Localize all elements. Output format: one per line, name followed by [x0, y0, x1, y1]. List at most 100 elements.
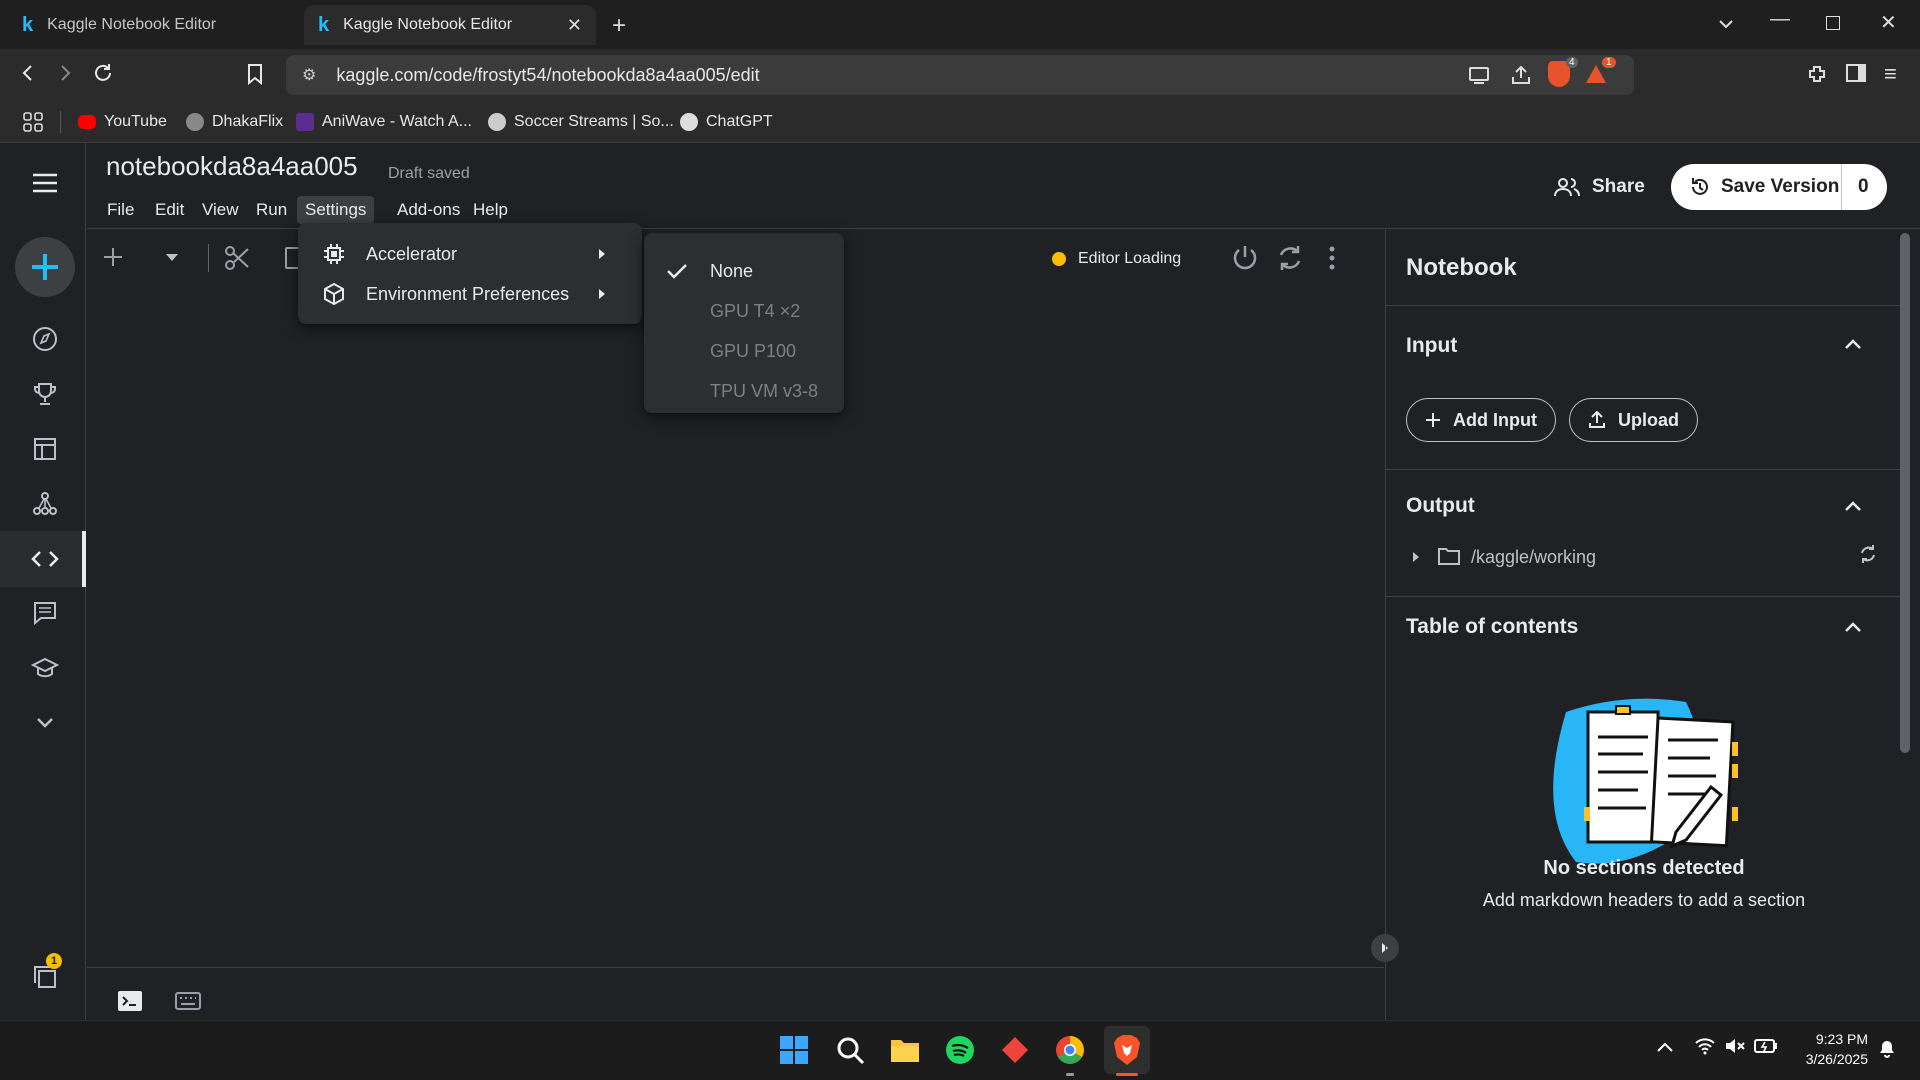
add-input-button[interactable]: Add Input	[1406, 398, 1556, 442]
restore-icon[interactable]	[1826, 16, 1840, 30]
toc-header: Table of contents	[1406, 615, 1579, 638]
menu-run[interactable]: Run	[248, 196, 295, 224]
menu-item-environment-preferences[interactable]: Environment Preferences	[298, 274, 642, 314]
input-collapse-chevron-up-icon[interactable]	[1844, 338, 1862, 350]
apps-grid-icon[interactable]	[22, 111, 44, 133]
notebook-header: notebookda8a4aa005 Draft saved File Edit…	[87, 143, 1920, 229]
bookmark-icon[interactable]	[246, 63, 264, 85]
create-button[interactable]	[15, 237, 75, 297]
site-settings-icon[interactable]: ⚙	[302, 65, 316, 85]
output-path[interactable]: /kaggle/working	[1471, 547, 1596, 568]
cast-icon[interactable]	[1468, 65, 1490, 85]
soccer-ball-icon	[488, 113, 506, 131]
volume-muted-icon[interactable]	[1724, 1037, 1746, 1055]
clock-date[interactable]: 3/26/2025	[1790, 1051, 1868, 1067]
power-icon[interactable]	[1230, 243, 1260, 273]
upload-button[interactable]: Upload	[1569, 398, 1698, 442]
kaggle-app: 1 notebookda8a4aa005 Draft saved File Ed…	[0, 143, 1920, 1020]
upload-label: Upload	[1618, 409, 1679, 430]
save-version-count[interactable]: 0	[1858, 176, 1869, 198]
browser-tab[interactable]: k Kaggle Notebook Editor	[8, 5, 298, 45]
explore-icon[interactable]	[27, 321, 63, 357]
spotify-icon[interactable]	[941, 1031, 979, 1069]
add-cell-icon[interactable]	[101, 245, 125, 269]
save-version-button[interactable]: Save Version 0	[1671, 164, 1887, 210]
extensions-icon[interactable]	[1806, 63, 1828, 85]
output-collapse-chevron-up-icon[interactable]	[1844, 500, 1862, 512]
trophy-icon[interactable]	[27, 376, 63, 412]
bookmark-youtube[interactable]: YouTube	[78, 111, 167, 133]
chrome-icon[interactable]	[1051, 1031, 1089, 1069]
share-button[interactable]: Share	[1554, 167, 1645, 207]
refresh-output-icon[interactable]	[1858, 544, 1878, 564]
forward-icon[interactable]	[55, 63, 75, 83]
more-chevron-down-icon[interactable]	[27, 705, 63, 741]
menu-settings[interactable]: Settings	[297, 196, 375, 224]
back-icon[interactable]	[18, 63, 38, 83]
bookmark-soccer-streams[interactable]: Soccer Streams | So...	[488, 111, 674, 133]
bookmarks-divider	[60, 111, 61, 133]
wifi-icon[interactable]	[1694, 1037, 1716, 1055]
empty-notebook-illustration	[1536, 692, 1756, 872]
alert-badge: 1	[1602, 57, 1616, 68]
bookmark-dhakaflix[interactable]: DhakaFlix	[186, 111, 283, 133]
browser-tab-active[interactable]: k Kaggle Notebook Editor ✕	[304, 5, 596, 45]
reload-icon[interactable]	[92, 62, 114, 84]
menu-file[interactable]: File	[99, 196, 142, 224]
restart-icon[interactable]	[1276, 243, 1304, 273]
tab-title: Kaggle Notebook Editor	[343, 16, 513, 33]
bookmark-label: AniWave - Watch A...	[322, 113, 472, 130]
search-icon[interactable]	[831, 1031, 869, 1069]
bookmark-chatgpt[interactable]: ChatGPT	[680, 111, 773, 133]
menu-help[interactable]: Help	[465, 196, 516, 224]
menu-view[interactable]: View	[194, 196, 247, 224]
discussion-icon[interactable]	[27, 595, 63, 631]
more-options-icon[interactable]	[1328, 245, 1336, 271]
battery-icon[interactable]	[1754, 1038, 1778, 1054]
bookmark-aniwave[interactable]: AniWave - Watch A...	[296, 111, 472, 133]
code-icon[interactable]	[27, 541, 63, 577]
clock-time[interactable]: 9:23 PM	[1790, 1031, 1868, 1047]
expand-caret-icon[interactable]	[1412, 551, 1420, 563]
hamburger-menu-icon[interactable]	[27, 165, 63, 201]
close-tab-icon[interactable]: ✕	[567, 15, 582, 36]
cut-icon[interactable]	[223, 244, 251, 272]
accelerator-option-gpu-t4[interactable]: GPU T4 ×2	[644, 291, 844, 331]
menu-edit[interactable]: Edit	[147, 196, 192, 224]
sidebar-toggle-icon[interactable]	[1846, 64, 1866, 82]
brave-icon[interactable]	[1104, 1026, 1150, 1074]
menu-item-accelerator[interactable]: Accelerator	[298, 234, 642, 274]
close-window-icon[interactable]: ✕	[1880, 10, 1897, 35]
editor-status: Editor Loading	[1052, 250, 1181, 268]
show-hidden-icons-chevron-up-icon[interactable]	[1656, 1041, 1674, 1053]
accelerator-option-none[interactable]: None	[644, 251, 844, 291]
models-icon[interactable]	[27, 486, 63, 522]
status-dot	[1052, 252, 1066, 266]
plus-icon	[1426, 413, 1440, 427]
new-tab-icon[interactable]: +	[612, 12, 626, 40]
notebook-title[interactable]: notebookda8a4aa005	[106, 151, 358, 182]
start-windows-icon[interactable]	[775, 1031, 813, 1069]
tab-search-icon[interactable]	[1716, 14, 1736, 34]
menu-add-ons[interactable]: Add-ons	[389, 196, 468, 224]
package-icon	[324, 282, 344, 306]
chip-icon	[324, 244, 344, 264]
keyboard-icon[interactable]	[175, 992, 201, 1010]
share-label: Share	[1592, 176, 1645, 197]
panel-scrollbar[interactable]	[1900, 233, 1910, 753]
anydesk-icon[interactable]	[996, 1031, 1034, 1069]
minimize-icon[interactable]: —	[1770, 8, 1790, 31]
address-bar[interactable]: ⚙ kaggle.com/code/frostyt54/notebookda8a…	[286, 55, 1634, 95]
accelerator-option-gpu-p100[interactable]: GPU P100	[644, 331, 844, 371]
browser-menu-icon[interactable]: ≡	[1884, 61, 1897, 87]
console-icon[interactable]	[117, 990, 143, 1012]
file-explorer-icon[interactable]	[886, 1031, 924, 1069]
datasets-table-icon[interactable]	[27, 431, 63, 467]
accelerator-submenu: None GPU T4 ×2 GPU P100 TPU VM v3-8	[644, 233, 844, 413]
notification-bell-icon[interactable]	[1876, 1037, 1898, 1059]
learn-icon[interactable]	[27, 650, 63, 686]
toc-collapse-chevron-up-icon[interactable]	[1844, 621, 1862, 633]
share-page-icon[interactable]	[1510, 65, 1532, 85]
accelerator-option-tpu[interactable]: TPU VM v3-8	[644, 371, 844, 411]
cell-type-caret-icon[interactable]	[164, 253, 180, 263]
